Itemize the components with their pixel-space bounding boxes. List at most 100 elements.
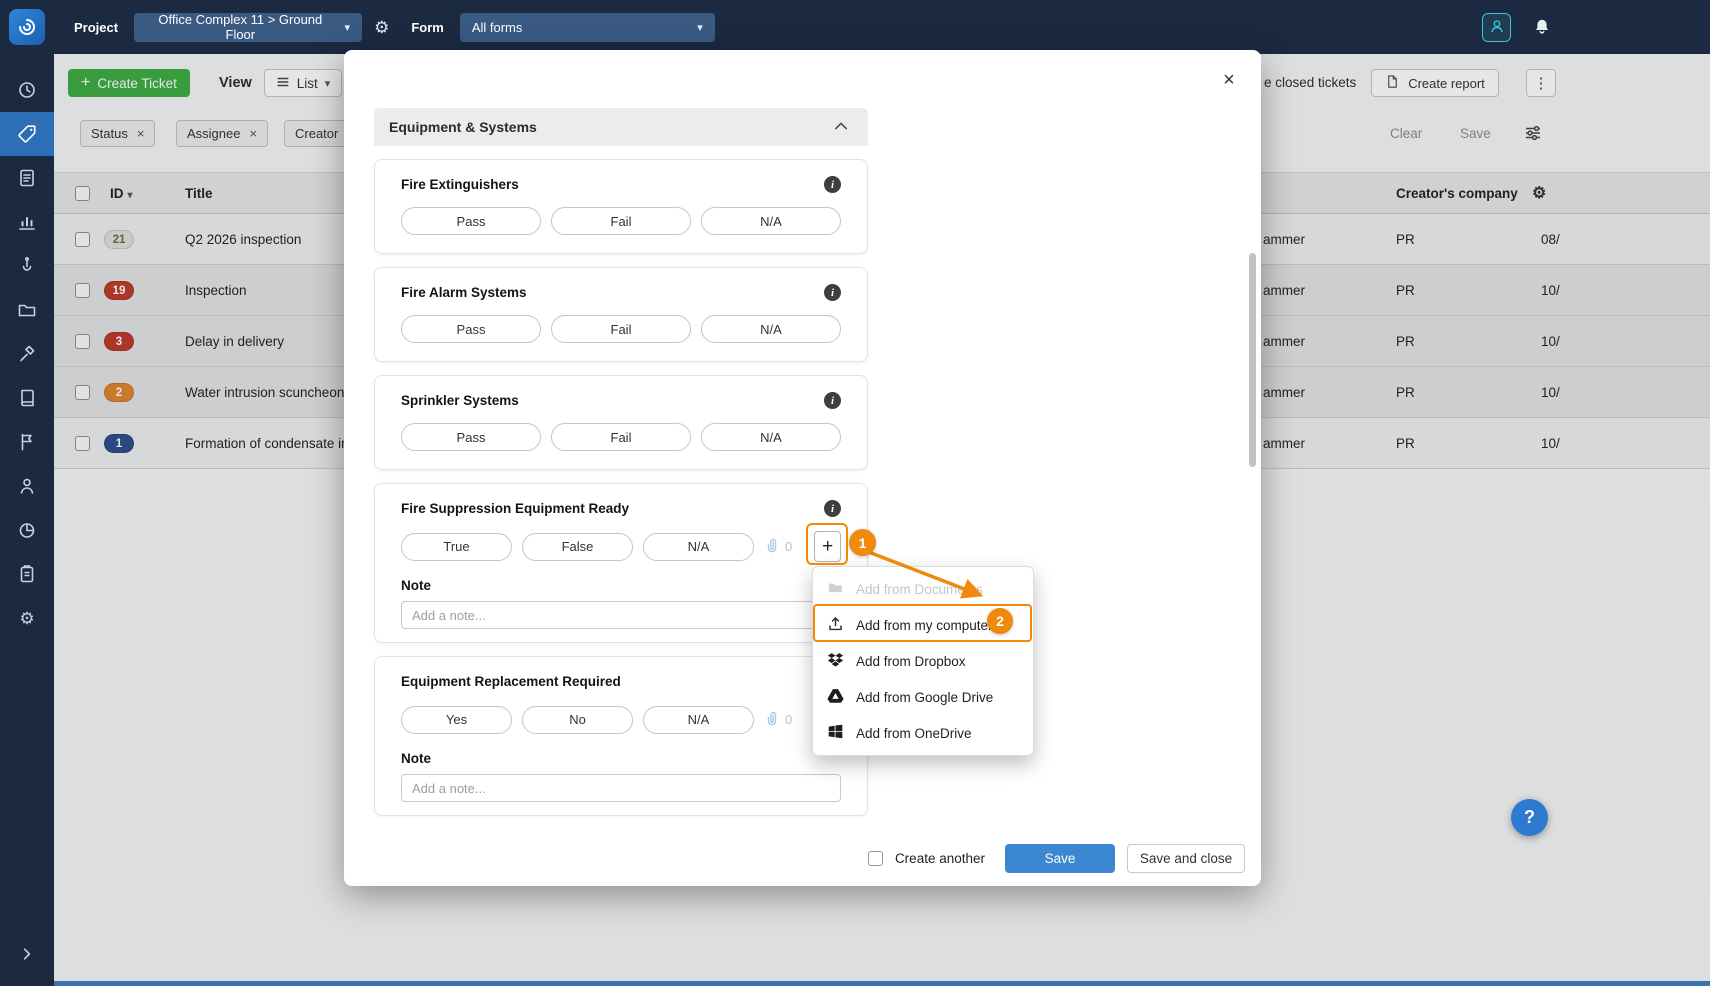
column-header-creators-company[interactable]: Creator's company	[1396, 173, 1518, 215]
sidebar-item-files[interactable]	[0, 288, 54, 332]
filter-settings-icon[interactable]	[1524, 124, 1542, 147]
option-pass-button[interactable]: Pass	[401, 315, 541, 343]
option-na-button[interactable]: N/A	[643, 533, 754, 561]
option-pass-button[interactable]: Pass	[401, 423, 541, 451]
sidebar-item-flags[interactable]	[0, 420, 54, 464]
create-another-checkbox[interactable]	[868, 851, 883, 866]
note-input[interactable]	[401, 774, 841, 802]
plus-icon: +	[81, 75, 90, 91]
project-settings-gear-icon[interactable]: ⚙	[374, 19, 389, 36]
note-input[interactable]	[401, 601, 841, 629]
section-header-equipment-systems[interactable]: Equipment & Systems	[374, 108, 868, 146]
option-no-button[interactable]: No	[522, 706, 633, 734]
paperclip-icon	[764, 710, 780, 729]
option-na-button[interactable]: N/A	[701, 315, 841, 343]
info-icon[interactable]: i	[824, 284, 841, 301]
row-checkbox[interactable]	[75, 334, 90, 349]
sidebar-item-specs[interactable]	[0, 376, 54, 420]
option-na-button[interactable]: N/A	[701, 423, 841, 451]
clipboard-icon	[17, 564, 37, 584]
close-icon[interactable]: ×	[1217, 68, 1241, 92]
column-header-title[interactable]: Title	[185, 173, 213, 215]
ticket-id-badge: 3	[104, 332, 134, 351]
info-icon[interactable]: i	[824, 392, 841, 409]
option-na-button[interactable]: N/A	[701, 207, 841, 235]
profile-button[interactable]	[1482, 13, 1511, 42]
sidebar-expand-button[interactable]	[0, 938, 54, 974]
info-icon[interactable]: i	[824, 176, 841, 193]
closed-tickets-label-fragment[interactable]: e closed tickets	[1264, 75, 1356, 90]
save-filters-link[interactable]: Save	[1460, 126, 1491, 141]
create-ticket-button[interactable]: + Create Ticket	[68, 69, 190, 97]
save-and-close-button[interactable]: Save and close	[1127, 844, 1245, 873]
option-fail-button[interactable]: Fail	[551, 207, 691, 235]
ticket-title: Q2 2026 inspection	[185, 214, 301, 265]
person-icon	[17, 476, 37, 496]
sidebar-item-stats[interactable]	[0, 200, 54, 244]
folder-icon	[827, 579, 844, 599]
sidebar: ⚙	[0, 0, 54, 986]
row-checkbox[interactable]	[75, 436, 90, 451]
form-selector[interactable]: All forms ▾	[460, 13, 715, 42]
remove-filter-icon[interactable]: ×	[249, 126, 257, 141]
note-label: Note	[401, 751, 841, 766]
remove-filter-icon[interactable]: ×	[137, 126, 145, 141]
modal-scrollbar-thumb[interactable]	[1249, 253, 1256, 467]
filter-chip-assignee[interactable]: Assignee ×	[176, 120, 268, 147]
person-frame-icon	[1488, 17, 1506, 38]
form-selector-value: All forms	[472, 20, 523, 35]
column-settings-gear-icon[interactable]: ⚙	[1532, 173, 1546, 215]
save-button[interactable]: Save	[1005, 844, 1115, 873]
app-logo[interactable]	[0, 0, 54, 54]
option-pass-button[interactable]: Pass	[401, 207, 541, 235]
menu-item-label: Add from OneDrive	[856, 726, 972, 741]
filter-chip-status[interactable]: Status ×	[80, 120, 155, 147]
option-fail-button[interactable]: Fail	[551, 423, 691, 451]
row-checkbox[interactable]	[75, 232, 90, 247]
option-yes-button[interactable]: Yes	[401, 706, 512, 734]
option-na-button[interactable]: N/A	[643, 706, 754, 734]
filter-chip-label: Assignee	[187, 126, 240, 141]
project-selector[interactable]: Office Complex 11 > Ground Floor ▾	[134, 13, 362, 42]
sidebar-item-settings[interactable]: ⚙	[0, 596, 54, 640]
create-report-label: Create report	[1408, 76, 1485, 91]
sidebar-item-overview[interactable]	[0, 68, 54, 112]
cell-fragment: ammer	[1263, 316, 1305, 367]
info-icon[interactable]: i	[824, 500, 841, 517]
ticket-title: Delay in delivery	[185, 316, 284, 367]
sidebar-item-tickets[interactable]	[0, 112, 54, 156]
view-selector[interactable]: List ▾	[264, 69, 342, 97]
project-selector-value: Office Complex 11 > Ground Floor	[146, 12, 334, 42]
paperclip-icon	[764, 537, 780, 556]
sidebar-item-forms[interactable]	[0, 156, 54, 200]
menu-item-add-from-google-drive[interactable]: Add from Google Drive	[813, 679, 1033, 715]
select-all-checkbox[interactable]	[75, 186, 90, 201]
sidebar-item-tools[interactable]	[0, 332, 54, 376]
row-checkbox[interactable]	[75, 385, 90, 400]
help-button[interactable]: ?	[1511, 799, 1548, 836]
ticket-id-badge: 1	[104, 434, 134, 453]
sidebar-item-hoist[interactable]	[0, 244, 54, 288]
date-cell: 08/	[1541, 214, 1560, 265]
more-options-button[interactable]: ⋮	[1526, 69, 1556, 97]
project-label: Project	[74, 20, 118, 35]
sidebar-item-people[interactable]	[0, 464, 54, 508]
clear-filters-link[interactable]: Clear	[1390, 126, 1422, 141]
attachment-indicator: 0	[764, 537, 792, 556]
option-fail-button[interactable]: Fail	[551, 315, 691, 343]
option-false-button[interactable]: False	[522, 533, 633, 561]
notifications-button[interactable]	[1528, 14, 1556, 42]
menu-item-add-from-dropbox[interactable]: Add from Dropbox	[813, 643, 1033, 679]
create-report-button[interactable]: Create report	[1371, 69, 1499, 97]
form-section: Equipment & Systems Fire Extinguishers i…	[374, 108, 868, 829]
row-checkbox[interactable]	[75, 283, 90, 298]
add-attachment-button[interactable]: +	[814, 531, 841, 562]
menu-item-add-from-onedrive[interactable]: Add from OneDrive	[813, 715, 1033, 751]
sidebar-item-plans[interactable]	[0, 552, 54, 596]
date-cell: 10/	[1541, 265, 1560, 316]
sidebar-item-analytics[interactable]	[0, 508, 54, 552]
option-true-button[interactable]: True	[401, 533, 512, 561]
section-title: Equipment & Systems	[389, 119, 537, 135]
view-label: View	[219, 69, 252, 97]
column-header-id[interactable]: ID▾	[110, 173, 133, 217]
